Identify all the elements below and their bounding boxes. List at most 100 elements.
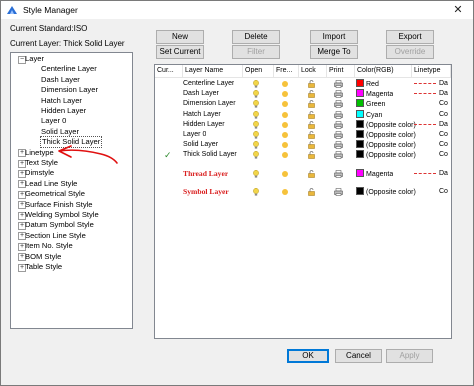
printer-icon[interactable]: [334, 121, 343, 129]
tree-item-category[interactable]: Item No. Style: [25, 241, 73, 251]
open-bulb-icon[interactable]: [253, 130, 259, 139]
export-button[interactable]: Export: [386, 30, 434, 44]
table-row[interactable]: Solid Layer (Opposite color) Co: [155, 140, 451, 150]
color-cell[interactable]: Green: [356, 99, 385, 109]
tree-item-category[interactable]: Layer: [25, 54, 44, 64]
filter-button[interactable]: Filter: [232, 45, 280, 59]
tree-item-layer[interactable]: Centerline Layer: [41, 64, 97, 74]
ok-button[interactable]: OK: [287, 349, 329, 363]
layer-grid[interactable]: Cur... Layer Name Open Fre... Lock Print Color…: [154, 64, 452, 339]
merge-to-button[interactable]: Merge To: [310, 45, 358, 59]
freeze-sun-icon[interactable]: [282, 170, 288, 177]
lock-icon[interactable]: [308, 90, 315, 98]
table-row[interactable]: Dash Layer Magenta Da: [155, 89, 451, 99]
freeze-sun-icon[interactable]: [282, 152, 288, 159]
column-header[interactable]: Open: [243, 65, 274, 78]
column-header[interactable]: Print: [327, 65, 355, 78]
import-button[interactable]: Import: [310, 30, 358, 44]
tree-item-category[interactable]: Text Style: [25, 158, 58, 168]
lock-icon[interactable]: [308, 141, 315, 149]
column-header[interactable]: Fre...: [274, 65, 299, 78]
tree-item-layer[interactable]: Dash Layer: [41, 75, 80, 85]
printer-icon[interactable]: [334, 169, 343, 178]
printer-icon[interactable]: [334, 100, 343, 109]
color-cell[interactable]: Cyan: [356, 109, 382, 120]
open-bulb-icon[interactable]: [253, 187, 259, 196]
cancel-button[interactable]: Cancel: [335, 349, 382, 363]
open-bulb-icon[interactable]: [253, 110, 259, 119]
tree-item-category[interactable]: Section Line Style: [25, 231, 86, 241]
tree-item-category[interactable]: Surface Finish Style: [25, 200, 93, 210]
freeze-sun-icon[interactable]: [282, 81, 288, 87]
printer-icon[interactable]: [334, 141, 343, 149]
color-cell[interactable]: (Opposite color): [356, 130, 416, 140]
lock-icon[interactable]: [308, 100, 315, 109]
open-bulb-icon[interactable]: [253, 90, 259, 98]
open-bulb-icon[interactable]: [253, 120, 259, 129]
open-bulb-icon[interactable]: [253, 79, 259, 88]
column-header[interactable]: Color(RGB): [355, 65, 412, 78]
tree-item-layer[interactable]: Hidden Layer: [41, 106, 86, 116]
printer-icon[interactable]: [334, 131, 343, 139]
tree-item-category[interactable]: Lead Line Style: [25, 179, 77, 189]
printer-icon[interactable]: [334, 80, 343, 88]
tree-item-layer[interactable]: Layer 0: [41, 116, 66, 126]
color-cell[interactable]: (Opposite color): [356, 119, 416, 130]
table-row[interactable]: Hidden Layer (Opposite color) Da: [155, 119, 451, 130]
delete-button[interactable]: Delete: [232, 30, 280, 44]
close-icon[interactable]: ✕: [443, 1, 473, 19]
new-button[interactable]: New: [156, 30, 204, 44]
printer-icon[interactable]: [334, 151, 343, 160]
tree-item-category[interactable]: Datum Symbol Style: [25, 220, 94, 230]
tree-item-layer[interactable]: Hatch Layer: [41, 96, 82, 106]
table-row[interactable]: Thread Layer Magenta Da: [155, 168, 451, 179]
open-bulb-icon[interactable]: [253, 169, 259, 178]
tree-item-category[interactable]: Linetype: [25, 148, 54, 158]
tree-item-layer[interactable]: Solid Layer: [41, 127, 79, 137]
tree-item-category[interactable]: Welding Symbol Style: [25, 210, 99, 220]
override-button[interactable]: Override: [386, 45, 434, 59]
table-row[interactable]: ✓ Thick Solid Layer (Opposite color) Co: [155, 150, 451, 160]
apply-button[interactable]: Apply: [386, 349, 433, 363]
column-header[interactable]: Lock: [299, 65, 327, 78]
color-cell[interactable]: Magenta: [356, 168, 393, 179]
open-bulb-icon[interactable]: [253, 141, 259, 149]
lock-icon[interactable]: [308, 151, 315, 160]
table-row[interactable]: Layer 0 (Opposite color) Co: [155, 130, 451, 140]
tree-item-category[interactable]: Geometrical Style: [25, 189, 85, 199]
color-cell[interactable]: (Opposite color): [356, 140, 416, 150]
tree-item-category[interactable]: Dimstyle: [25, 168, 54, 178]
color-cell[interactable]: (Opposite color): [356, 150, 416, 160]
lock-icon[interactable]: [308, 169, 315, 178]
lock-icon[interactable]: [308, 187, 315, 196]
lock-icon[interactable]: [308, 80, 315, 88]
table-row[interactable]: Symbol Layer (Opposite color) Co: [155, 186, 451, 197]
color-cell[interactable]: (Opposite color): [356, 186, 416, 197]
tree-item-layer[interactable]: Dimension Layer: [41, 85, 98, 95]
color-cell[interactable]: Magenta: [356, 89, 393, 99]
tree-item-category[interactable]: BOM Style: [25, 252, 61, 262]
open-bulb-icon[interactable]: [253, 151, 259, 159]
printer-icon[interactable]: [334, 188, 343, 196]
column-header[interactable]: Layer Name: [183, 65, 243, 78]
style-tree[interactable]: − Layer Centerline Layer Dash Layer Dimensio…: [10, 52, 133, 329]
tree-item-layer[interactable]: Thick Solid Layer: [39, 136, 103, 149]
set-current-button[interactable]: Set Current: [156, 45, 204, 59]
freeze-sun-icon[interactable]: [282, 188, 288, 195]
lock-icon[interactable]: [308, 131, 315, 139]
open-bulb-icon[interactable]: [253, 100, 259, 108]
column-header[interactable]: Cur...: [155, 65, 183, 78]
table-row[interactable]: Dimension Layer Green Co: [155, 99, 451, 109]
color-cell[interactable]: Red: [356, 79, 379, 89]
freeze-sun-icon[interactable]: [282, 142, 288, 149]
freeze-sun-icon[interactable]: [282, 111, 288, 118]
printer-icon[interactable]: [334, 110, 343, 119]
lock-icon[interactable]: [308, 110, 315, 119]
freeze-sun-icon[interactable]: [282, 91, 288, 98]
table-row[interactable]: Centerline Layer Red Da: [155, 79, 451, 89]
freeze-sun-icon[interactable]: [282, 121, 288, 128]
printer-icon[interactable]: [334, 90, 343, 98]
table-row[interactable]: Hatch Layer Cyan Co: [155, 109, 451, 120]
lock-icon[interactable]: [308, 120, 315, 129]
freeze-sun-icon[interactable]: [282, 101, 288, 108]
